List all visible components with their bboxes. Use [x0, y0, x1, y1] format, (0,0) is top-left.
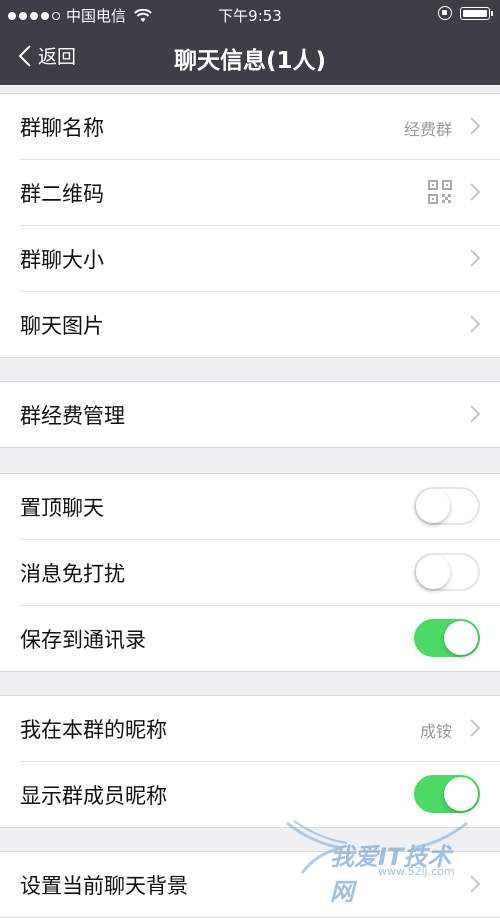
chevron-right-icon	[470, 117, 480, 135]
watermark-url: www.52ij.com	[378, 865, 455, 878]
status-bar: 中国电信 下午9:53	[0, 0, 500, 28]
toggle-knob	[416, 489, 450, 523]
settings-group-info: 群聊名称 经费群 群二维码 群聊大小 聊天图片	[0, 93, 500, 358]
row-group-qrcode[interactable]: 群二维码	[20, 160, 500, 226]
pin-chat-toggle[interactable]	[414, 487, 480, 525]
row-group-size[interactable]: 群聊大小	[20, 226, 500, 292]
status-time: 下午9:53	[218, 7, 282, 25]
row-label: 聊天图片	[20, 314, 104, 338]
row-label: 置顶聊天	[20, 496, 104, 520]
save-contacts-toggle[interactable]	[414, 619, 480, 657]
row-save-contacts: 保存到通讯录	[20, 606, 500, 671]
row-label: 群聊大小	[20, 248, 104, 272]
row-chat-images[interactable]: 聊天图片	[20, 292, 500, 357]
row-value: 成铵	[419, 722, 452, 741]
toggle-knob	[444, 621, 478, 655]
mute-toggle[interactable]	[414, 553, 480, 591]
chevron-right-icon	[470, 405, 480, 423]
row-label: 消息免打扰	[20, 562, 125, 586]
row-label: 我在本群的昵称	[20, 718, 167, 742]
chevron-right-icon	[470, 719, 480, 737]
row-label: 群二维码	[20, 182, 104, 206]
rotation-lock-icon	[438, 6, 452, 20]
row-label: 群聊名称	[20, 116, 104, 140]
row-pin-chat: 置顶聊天	[20, 474, 500, 540]
row-my-nickname[interactable]: 我在本群的昵称 成铵	[20, 696, 500, 762]
row-label: 保存到通讯录	[20, 628, 146, 652]
battery-icon	[460, 6, 493, 20]
page-title: 聊天信息(1人)	[173, 48, 327, 74]
row-value: 经费群	[403, 120, 452, 139]
row-label: 设置当前聊天背景	[20, 874, 188, 898]
qr-code-icon	[428, 180, 452, 204]
settings-group-funds: 群经费管理	[0, 381, 500, 448]
row-group-name[interactable]: 群聊名称 经费群	[20, 94, 500, 160]
toggle-knob	[444, 777, 478, 811]
status-right	[438, 6, 493, 20]
settings-group-nickname: 我在本群的昵称 成铵 显示群成员昵称	[0, 695, 500, 828]
nav-bar: 返回 聊天信息(1人)	[0, 28, 500, 85]
row-group-funds[interactable]: 群经费管理	[20, 382, 500, 447]
row-mute: 消息免打扰	[20, 540, 500, 606]
chevron-right-icon	[470, 249, 480, 267]
chevron-right-icon	[470, 315, 480, 333]
settings-group-toggles: 置顶聊天 消息免打扰 保存到通讯录	[0, 473, 500, 672]
watermark: 我爱IT技术网 www.52ij.com	[282, 813, 472, 906]
toggle-knob	[416, 555, 450, 589]
row-label: 群经费管理	[20, 404, 125, 428]
show-nicknames-toggle[interactable]	[414, 775, 480, 813]
row-label: 显示群成员昵称	[20, 784, 167, 808]
chevron-right-icon	[470, 183, 480, 201]
